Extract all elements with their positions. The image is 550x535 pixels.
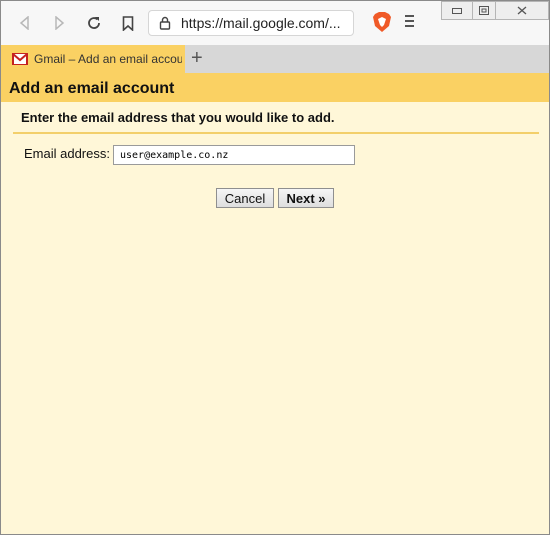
url-text: https://mail.google.com/... (181, 15, 341, 31)
cancel-button[interactable]: Cancel (216, 188, 274, 208)
maximize-button[interactable] (472, 1, 496, 20)
close-button[interactable] (495, 1, 549, 20)
page-title: Add an email account (1, 73, 549, 102)
next-button[interactable]: Next » (278, 188, 334, 208)
maximize-icon (479, 6, 489, 15)
reload-button[interactable] (81, 10, 107, 36)
email-field[interactable] (113, 145, 355, 165)
email-label: Email address: (24, 146, 110, 161)
email-row: Email address: (1, 143, 549, 173)
brave-lion-icon (373, 12, 391, 32)
lock-icon (159, 16, 171, 30)
address-bar[interactable]: https://mail.google.com/... (148, 10, 354, 36)
tab-title: Gmail – Add an email account (34, 52, 182, 66)
browser-toolbar: https://mail.google.com/... (1, 1, 549, 45)
close-icon (517, 6, 527, 15)
minimize-icon (452, 7, 462, 14)
tab-strip: Gmail – Add an email account + (1, 45, 549, 73)
gmail-icon (12, 53, 28, 65)
minimize-button[interactable] (441, 1, 473, 20)
browser-window: https://mail.google.com/... Gmail – Add … (0, 0, 550, 535)
page-content: Add an email account Enter the email add… (1, 73, 549, 534)
forward-icon (55, 16, 65, 30)
bookmark-icon (122, 15, 134, 31)
back-button[interactable] (12, 10, 38, 36)
instruction-text: Enter the email address that you would l… (21, 110, 335, 125)
back-icon (19, 16, 29, 30)
button-row: Cancel Next » (1, 188, 549, 218)
hamburger-menu-icon (405, 15, 419, 27)
window-controls (441, 1, 549, 22)
brave-shields-button[interactable] (372, 11, 392, 38)
forward-button[interactable] (46, 10, 72, 36)
reload-icon (88, 17, 100, 29)
new-tab-button[interactable]: + (191, 48, 203, 68)
tab-gmail[interactable]: Gmail – Add an email account (1, 45, 185, 73)
bookmark-button[interactable] (115, 10, 141, 36)
menu-button[interactable] (405, 12, 419, 30)
divider (13, 132, 539, 134)
